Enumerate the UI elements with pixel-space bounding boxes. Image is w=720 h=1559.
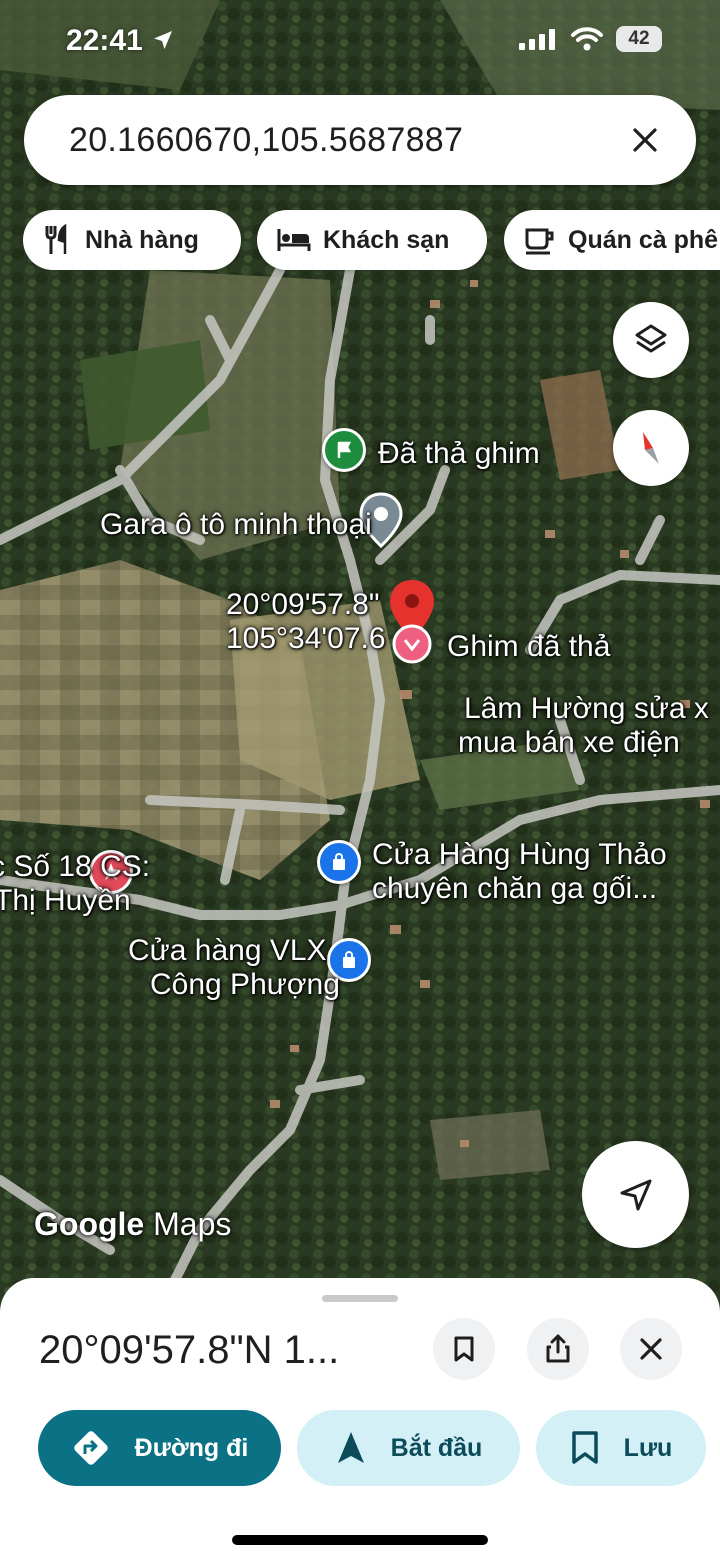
directions-icon <box>73 1431 108 1465</box>
map-label-garage[interactable]: Gara ô tô minh thoại <box>100 508 372 542</box>
red-dropped-pin-icon[interactable] <box>384 576 440 671</box>
start-label: Bắt đầu <box>390 1433 483 1462</box>
restaurant-icon <box>45 224 67 254</box>
close-sheet-button[interactable] <box>620 1318 682 1380</box>
battery-indicator: 42 <box>616 26 662 52</box>
my-location-button[interactable] <box>582 1141 689 1248</box>
category-chips: Nhà hàng Khách sạn Quán cà phê <box>23 210 720 270</box>
close-icon <box>633 128 657 152</box>
map-label-dropped-pin[interactable]: Ghim đã thả <box>447 630 610 664</box>
search-query-text[interactable]: 20.1660670,105.5687887 <box>69 121 463 160</box>
share-button[interactable] <box>527 1318 589 1380</box>
clear-search-button[interactable] <box>622 117 668 163</box>
status-indicators: 42 <box>518 26 662 52</box>
home-indicator[interactable] <box>232 1535 488 1545</box>
share-icon <box>546 1334 570 1363</box>
cellular-signal-icon <box>519 29 555 50</box>
search-bar[interactable]: 20.1660670,105.5687887 <box>24 95 696 185</box>
map-label-hung-thao-line1[interactable]: Cửa Hàng Hùng Thảo <box>372 838 667 872</box>
status-time-text: 22:41 <box>66 24 143 57</box>
status-time: 22:41 <box>66 24 175 58</box>
bookmark-icon <box>454 1336 474 1362</box>
chip-coffee[interactable]: Quán cà phê <box>504 210 720 270</box>
navigation-start-icon <box>337 1432 364 1463</box>
google-maps-attribution: Google Maps <box>34 1206 231 1243</box>
compass-icon <box>643 432 659 464</box>
directions-label: Đường đi <box>134 1433 249 1462</box>
maps-logo-text: Maps <box>153 1206 232 1242</box>
bookmark-button[interactable] <box>433 1318 495 1380</box>
map-layers-button[interactable] <box>613 302 689 378</box>
shopping-bag-pin-icon[interactable] <box>317 840 361 884</box>
chip-hotels[interactable]: Khách sạn <box>257 210 487 270</box>
save-label: Lưu <box>623 1433 673 1462</box>
layers-icon <box>635 324 667 353</box>
close-icon <box>640 1338 662 1360</box>
map-label-coord-lat: 20°09'57.8" <box>226 588 380 621</box>
coffee-cup-icon <box>525 228 554 255</box>
wifi-icon <box>571 27 603 51</box>
dropped-pin-flag-icon[interactable] <box>322 428 366 472</box>
map-label-vlx-line1[interactable]: Cửa hàng VLX <box>128 934 327 968</box>
directions-button[interactable]: Đường đi <box>38 1410 281 1486</box>
chip-restaurants-label: Nhà hàng <box>85 225 199 254</box>
save-bookmark-icon <box>571 1431 598 1464</box>
chip-coffee-label: Quán cà phê <box>568 225 719 254</box>
save-button[interactable]: Lưu <box>536 1410 706 1486</box>
map-label-left-line1[interactable]: c Số 18 CS: <box>0 850 150 884</box>
compass-button[interactable] <box>613 410 689 486</box>
map-label-left-line2[interactable]: Thị Huyền <box>0 884 131 918</box>
map-label-vlx-line2[interactable]: Công Phượng <box>150 968 340 1002</box>
navigation-arrow-icon <box>620 1179 651 1210</box>
chip-restaurants[interactable]: Nhà hàng <box>23 210 241 270</box>
chip-hotels-label: Khách sạn <box>323 225 450 254</box>
map-label-hung-thao-line2[interactable]: chuyên chăn ga gối... <box>372 872 657 906</box>
start-button[interactable]: Bắt đầu <box>297 1410 520 1486</box>
place-title: 20°09'57.8"N 1... <box>39 1328 340 1372</box>
place-bottom-sheet[interactable]: 20°09'57.8"N 1... Đường đi Bắt đầu Lưu <box>0 1278 720 1559</box>
sheet-drag-handle[interactable] <box>322 1295 398 1302</box>
map-label-lam-huong-line1[interactable]: Lâm Hường sửa x <box>464 692 709 726</box>
map-label-coord-lng: 105°34'07.6 <box>226 622 386 655</box>
map-label-dropped-pin-top[interactable]: Đã thả ghim <box>378 437 540 471</box>
location-arrow-icon <box>154 31 173 49</box>
google-logo-text: Google <box>34 1206 145 1242</box>
hotel-bed-icon <box>277 229 311 251</box>
map-label-lam-huong-line2[interactable]: mua bán xe điện <box>458 726 680 760</box>
